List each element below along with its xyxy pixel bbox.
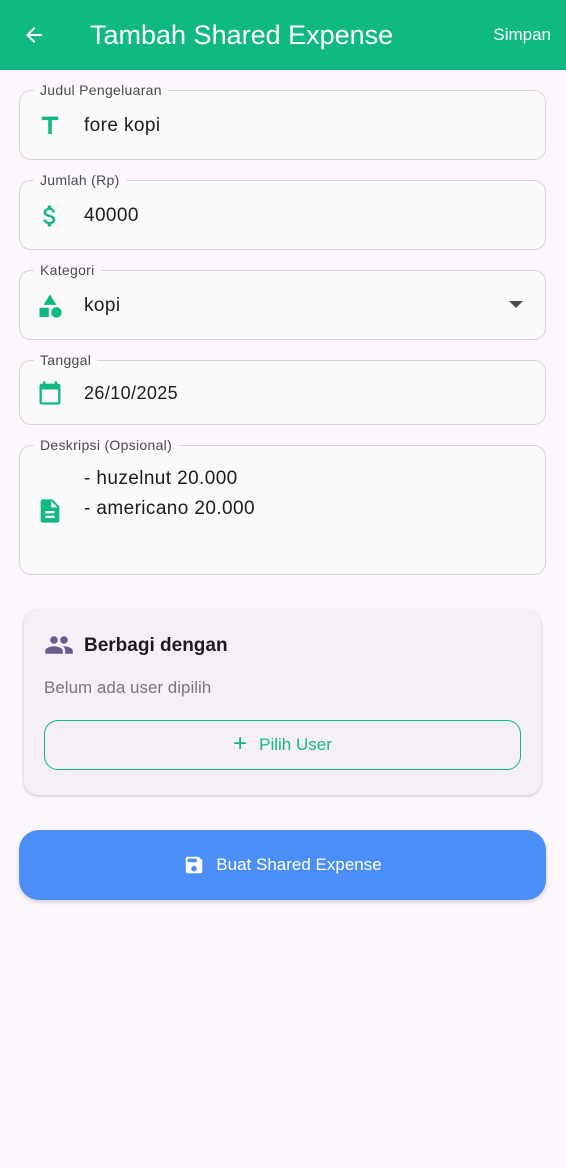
amount-field[interactable]: Jumlah (Rp) 40000 (19, 171, 546, 250)
category-field[interactable]: Kategori kopi (19, 261, 546, 340)
calendar-icon (39, 381, 61, 405)
app-bar: Tambah Shared Expense Simpan (0, 0, 566, 70)
amount-field-label: Jumlah (Rp) (34, 171, 126, 189)
add-icon: + (233, 730, 248, 757)
category-select[interactable]: kopi (84, 294, 120, 318)
save-button[interactable]: Simpan (493, 24, 551, 46)
share-title: Berbagi dengan (84, 635, 228, 656)
description-field[interactable]: Deskripsi (Opsional) - huzelnut 20.000 -… (19, 436, 546, 575)
group-icon (45, 636, 73, 654)
amount-input[interactable]: 40000 (84, 204, 139, 228)
title-input[interactable]: fore kopi (84, 114, 160, 138)
title-field[interactable]: Judul Pengeluaran fore kopi (19, 81, 546, 160)
date-field-label: Tanggal (34, 351, 98, 369)
chevron-down-icon[interactable] (509, 301, 523, 308)
submit-label: Buat Shared Expense (216, 855, 382, 874)
category-shapes-icon (39, 294, 62, 318)
pick-user-button[interactable]: + Pilih User (44, 720, 521, 770)
dollar-icon (43, 205, 56, 227)
description-input[interactable]: - huzelnut 20.000 - americano 20.000 (84, 464, 255, 524)
share-card: Berbagi dengan Belum ada user dipilih + … (24, 610, 541, 795)
empty-users-text: Belum ada user dipilih (44, 678, 212, 697)
document-icon (40, 499, 60, 523)
page-title: Tambah Shared Expense (90, 20, 394, 50)
save-icon (186, 856, 203, 874)
category-field-label: Kategori (34, 261, 101, 279)
text-icon (41, 116, 59, 135)
arrow-back-icon[interactable] (22, 23, 46, 47)
create-shared-expense-button[interactable]: Buat Shared Expense (19, 830, 546, 900)
description-field-label: Deskripsi (Opsional) (34, 436, 179, 454)
date-input[interactable]: 26/10/2025 (84, 381, 178, 405)
pick-user-label: Pilih User (259, 735, 332, 754)
date-field[interactable]: Tanggal 26/10/2025 (19, 351, 546, 425)
title-field-label: Judul Pengeluaran (34, 81, 168, 99)
